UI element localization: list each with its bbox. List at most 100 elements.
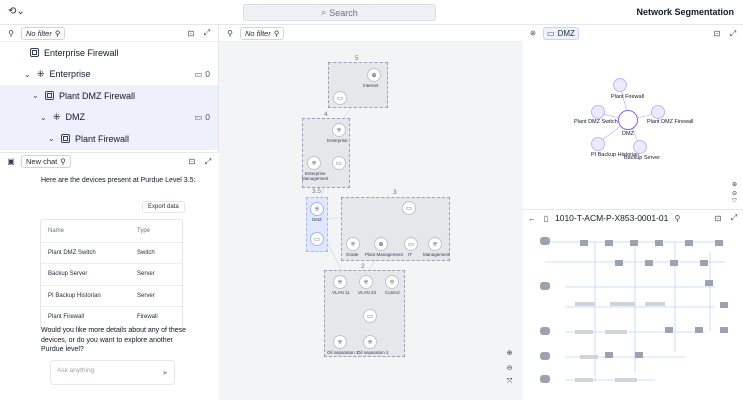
pin-icon[interactable]: ⚲ [672,213,682,223]
firewall-node[interactable] [613,78,627,92]
export-data-button[interactable]: Export data [142,201,185,213]
chevron-down-icon[interactable]: ⌄ [32,91,42,100]
node-label: Enterprise [327,138,348,143]
tree-item-plant-firewall[interactable]: ⌄ Plant Firewall [0,128,218,150]
pin-icon: ⚲ [60,157,66,166]
search-input[interactable]: ⌕ Search [243,4,436,21]
zoom-out-icon[interactable]: ⊖ [505,364,514,373]
device-icon[interactable]: ▭ [333,91,347,105]
chevron-down-icon[interactable]: ⌄ [48,134,58,143]
firewall-node[interactable] [651,105,665,119]
level-3-5-label: 3.5 [312,188,322,195]
globe-icon[interactable]: ⊕ [367,68,381,82]
node-label: Oil separation 2 [357,350,389,355]
chevron-down-icon[interactable]: ⌄ [24,70,34,79]
level-4-label: 4 [324,111,328,118]
pin-icon: ⚲ [54,28,61,38]
document-title: 1010-T-ACM-P-X853-0001-01 [555,213,669,223]
globe-icon[interactable]: ⊕ [374,237,388,251]
network-icon[interactable]: ⁜ [385,275,399,289]
device-icon: ▭ [194,111,203,122]
server-node[interactable] [633,140,647,154]
node-label: Grade [346,252,359,257]
network-icon: ⁜ [53,111,61,122]
node-label: Control [385,290,400,295]
network-icon[interactable]: ⁜ [333,275,347,289]
node-label: VLAN 11 [332,290,350,295]
tree-panel: ⚲ No filter ⚲ ⊡ ⤢ Enterprise Firewall ⌄ ⁜… [0,25,219,152]
network-graph[interactable]: ⚲ No filter ⚲ 5 ⊕ Internet ▭ 4 ⁜ Enterpri… [219,25,523,400]
top-bar: ⟲⌄ ⌕ Search Network Segmentation [0,0,743,25]
firewall-icon [45,91,54,101]
network-icon[interactable]: ⁜ [310,202,324,216]
tree-item-plant-dmz-firewall[interactable]: ⌄ Plant DMZ Firewall [0,85,218,107]
switch-node[interactable] [591,105,605,119]
chat-message-intro: Here are the devices present at Purdue L… [41,177,196,184]
node-label: Management [423,252,450,257]
app-logo-icon[interactable]: ⟲⌄ [8,6,25,17]
dmz-node[interactable] [618,110,638,130]
table-row[interactable]: Plant Firewall Firewall [41,306,182,328]
node-label: Enterprise Management [302,171,329,181]
arrow-left-icon[interactable]: ← [527,213,537,223]
network-icon[interactable]: ⁜ [359,275,373,289]
expand-icon[interactable]: ⤢ [202,28,212,38]
focus-icon[interactable]: ⊡ [187,157,197,167]
device-icon: ▭ [194,68,203,79]
level-5-label: 5 [355,55,359,62]
table-row[interactable]: PI Backup Historian Server [41,284,182,307]
node-label: Internet [363,83,379,88]
node-label: VLAN 23 [358,290,377,295]
table-row[interactable]: Plant DMZ Switch Switch [41,241,182,264]
tree-item-enterprise[interactable]: ⌄ ⁜ Enterprise ▭ 0 [0,64,218,86]
chat-tab[interactable]: New chat ⚲ [21,155,71,168]
devices-table: Name Type Plant DMZ Switch Switch Backup S… [40,219,183,329]
device-icon[interactable]: ▭ [332,156,346,170]
tree-item-enterprise-firewall[interactable]: Enterprise Firewall [0,42,218,64]
dmz-panel: ⁜ ▭ DMZ ⊡ ⤢ Plant Firewall Plant DMZ Swit… [523,25,743,210]
chat-input[interactable]: Ask anything ➤ [50,360,175,385]
device-icon[interactable]: ▭ [363,309,377,323]
historian-node[interactable] [591,137,605,151]
node-label: Plant Management [365,252,403,257]
network-icon[interactable]: ⁜ [346,237,360,251]
chat-message-followup: Would you like more details about any of… [41,327,187,353]
network-icon: ⁜ [37,68,45,79]
page-title: Network Segmentation [636,7,734,17]
network-icon[interactable]: ⁜ [428,237,442,251]
node-label: DMZ [312,217,322,222]
fit-view-icon[interactable]: ⤧ [732,199,737,206]
table-header: Name Type [48,227,151,234]
zoom-out-icon[interactable]: ⊖ [732,190,737,197]
level-2-label: 2 [361,263,365,270]
network-icon[interactable]: ⁜ [333,335,347,349]
focus-icon[interactable]: ⊡ [713,213,723,223]
tree-item-dmz[interactable]: ⌄ ⁜ DMZ ▭ 0 [0,106,218,128]
table-row[interactable]: Backup Server Server [41,263,182,285]
chevron-down-icon[interactable]: ⌄ [40,113,50,122]
hierarchy-icon[interactable]: ⚲ [6,28,16,38]
device-icon[interactable]: ▭ [404,237,418,251]
search-icon: ⌕ [321,7,327,17]
send-icon[interactable]: ➤ [162,369,168,377]
level-3-label: 3 [393,189,397,196]
network-diagram-image[interactable] [535,232,735,392]
fit-view-icon[interactable]: ⤧ [505,378,514,387]
network-icon[interactable]: ⁜ [307,156,321,170]
expand-icon[interactable]: ⤢ [729,213,739,223]
device-icon[interactable]: ▭ [402,201,416,215]
firewall-icon [30,48,39,58]
device-icon[interactable]: ▭ [310,232,324,246]
zoom-in-icon[interactable]: ⊕ [732,181,737,188]
network-icon[interactable]: ⁜ [363,335,377,349]
expand-icon[interactable]: ⤢ [203,157,213,167]
node-label: Oil separation 1 [327,350,359,355]
firewall-icon [61,134,70,144]
filter-button[interactable]: No filter ⚲ [21,26,66,40]
zoom-in-icon[interactable]: ⊕ [505,349,514,358]
focus-icon[interactable]: ⊡ [186,28,196,38]
node-label: IT [408,252,412,257]
chat-icon[interactable]: ▣ [6,157,16,167]
file-icon: ▯ [543,213,549,223]
network-icon[interactable]: ⁜ [332,123,346,137]
